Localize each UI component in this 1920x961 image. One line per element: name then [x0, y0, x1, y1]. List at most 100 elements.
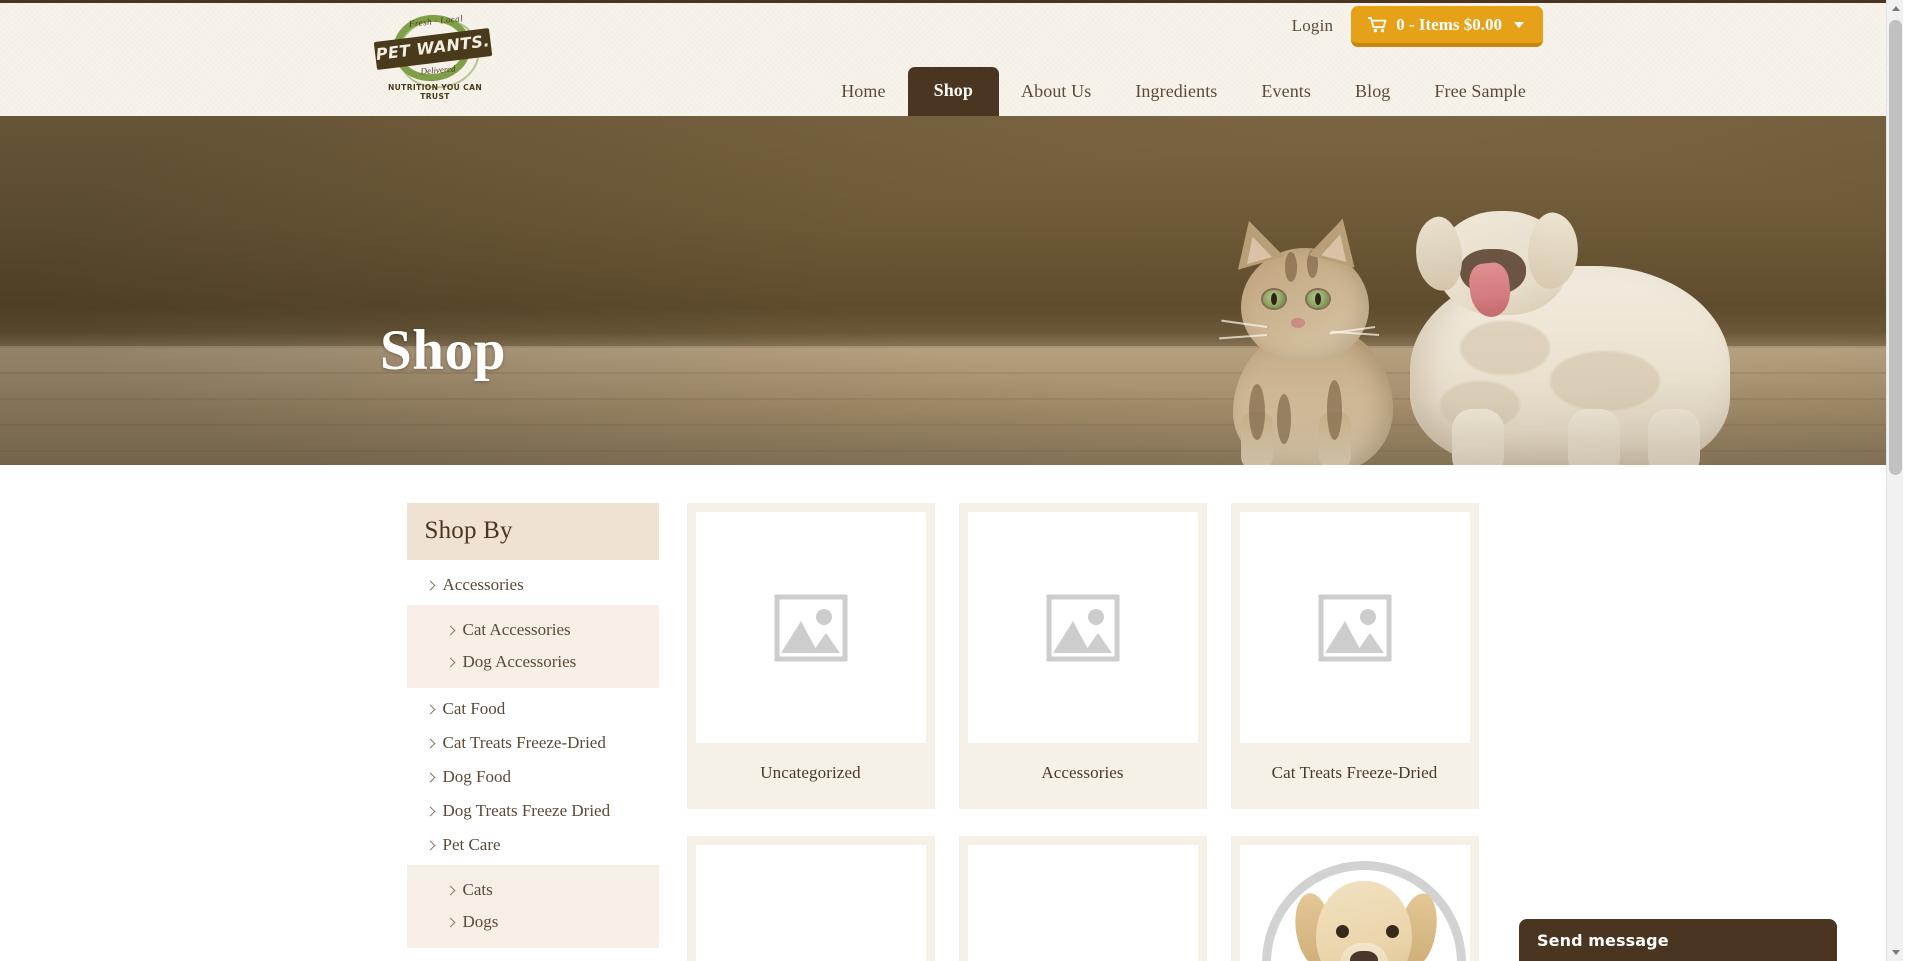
category-label: Cat Food [442, 699, 506, 718]
chevron-right-icon [445, 657, 455, 667]
hero-vignette [0, 116, 1903, 465]
product-card-cat-treats-freeze-dried[interactable]: Cat Treats Freeze-Dried [1230, 503, 1479, 809]
placeholder-image-icon [774, 591, 848, 665]
category-label: Dog Treats Freeze Dried [442, 801, 611, 820]
golden-retriever-photo [1239, 845, 1470, 961]
nav-item-events[interactable]: Events [1239, 69, 1333, 116]
category-list: Accessories Cat Accessories Dog Accessor… [406, 560, 659, 961]
category-link-dog-food[interactable]: Dog Food [407, 760, 659, 794]
shop-by-sidebar: Shop By Accessories Cat Accessories Dog … [406, 503, 659, 961]
scrollbar-down-arrow[interactable] [1887, 944, 1903, 961]
sidebar-subitem-cat-accessories: Cat Accessories [407, 614, 659, 646]
nav-item-about-us[interactable]: About Us [999, 69, 1113, 116]
chevron-up-icon [1891, 6, 1900, 11]
category-link-dogs[interactable]: Dogs [407, 906, 659, 938]
placeholder-image-icon [1046, 591, 1120, 665]
product-thumbnail [695, 512, 926, 743]
page-title: Shop [380, 319, 507, 382]
nav-item-home[interactable]: Home [819, 69, 907, 116]
logo-stamp-graphic: Fresh · Local Delivered PET WANTS. [373, 10, 493, 86]
cart-button[interactable]: 0 - Items $0.00 [1351, 5, 1543, 47]
main-content: Shop By Accessories Cat Accessories Dog … [0, 465, 1903, 961]
scrollbar-up-arrow[interactable] [1887, 0, 1903, 17]
page-root: Fresh · Local Delivered PET WANTS. NUTRI… [0, 0, 1903, 961]
retriever-eye-left [1335, 925, 1349, 938]
category-link-cat-food[interactable]: Cat Food [407, 692, 659, 726]
chat-widget[interactable]: Send message [1519, 919, 1837, 961]
subcategory-list-accessories: Cat Accessories Dog Accessories [406, 605, 659, 688]
category-label: Dog Food [442, 767, 511, 786]
product-card-row2-3[interactable] [1230, 836, 1479, 961]
sidebar-subitem-dogs: Dogs [407, 906, 659, 938]
chevron-right-icon [425, 840, 435, 850]
cart-label: 0 - Items $0.00 [1396, 14, 1502, 34]
product-thumbnail [1239, 845, 1470, 961]
chevron-right-icon [425, 806, 435, 816]
placeholder-image-icon [1318, 591, 1392, 665]
sidebar-item-cat-food: Cat Food [407, 692, 659, 726]
category-link-pet-care[interactable]: Pet Care [407, 828, 659, 862]
category-link-pet-treats[interactable]: Pet Treats [407, 952, 659, 961]
sidebar-item-dog-treats-freeze-dried: Dog Treats Freeze Dried [407, 794, 659, 828]
hero-banner: Shop HOME/Products [0, 116, 1903, 465]
category-label: Cats [462, 880, 493, 899]
shopping-cart-icon [1367, 16, 1387, 33]
sidebar-subitem-dog-accessories: Dog Accessories [407, 646, 659, 678]
header-utility-bar: Login 0 - Items $0.00 [1292, 3, 1543, 49]
site-header: Fresh · Local Delivered PET WANTS. NUTRI… [0, 0, 1903, 116]
retriever-eye-right [1385, 925, 1399, 938]
product-thumbnail [967, 512, 1198, 743]
sidebar-item-dog-food: Dog Food [407, 760, 659, 794]
chat-widget-label: Send message [1537, 930, 1669, 950]
chevron-right-icon [445, 625, 455, 635]
logo-tagline: NUTRITION YOU CAN TRUST [387, 83, 483, 101]
product-card-accessories[interactable]: Accessories [958, 503, 1207, 809]
chevron-right-icon [425, 772, 435, 782]
chevron-right-icon [425, 704, 435, 714]
product-title: Accessories [1041, 763, 1124, 782]
product-card-row2-2[interactable] [958, 836, 1207, 961]
category-label: Dog Accessories [462, 652, 577, 671]
category-link-accessories[interactable]: Accessories [407, 568, 659, 602]
nav-item-blog[interactable]: Blog [1333, 69, 1412, 116]
sidebar-item-pet-care: Pet Care Cats Dogs [406, 828, 659, 948]
retriever-nose [1349, 951, 1378, 961]
sidebar-header: Shop By [406, 503, 659, 560]
sidebar-subitem-cats: Cats [407, 874, 659, 906]
product-card-row2-1[interactable] [686, 836, 935, 961]
sidebar-title: Shop By [424, 517, 513, 544]
sidebar-item-accessories: Accessories Cat Accessories Dog Accessor… [406, 568, 659, 688]
category-link-dog-treats-freeze-dried[interactable]: Dog Treats Freeze Dried [407, 794, 659, 828]
chevron-right-icon [425, 738, 435, 748]
site-logo[interactable]: Fresh · Local Delivered PET WANTS. NUTRI… [373, 10, 495, 107]
product-thumbnail [695, 845, 926, 961]
category-label: Pet Care [442, 835, 501, 854]
subcategory-list-pet-care: Cats Dogs [406, 865, 659, 948]
nav-item-free-sample[interactable]: Free Sample [1412, 69, 1548, 116]
chevron-right-icon [445, 917, 455, 927]
sidebar-item-cat-treats-freeze-dried: Cat Treats Freeze-Dried [407, 726, 659, 760]
product-thumbnail [1239, 512, 1470, 743]
category-link-cat-accessories[interactable]: Cat Accessories [407, 614, 659, 646]
product-grid: Uncategorized Accessories Cat Treats Fre… [686, 503, 1497, 961]
category-label: Dogs [462, 912, 499, 931]
chevron-down-icon [1514, 21, 1524, 28]
product-title: Uncategorized [760, 763, 861, 782]
category-link-cats[interactable]: Cats [407, 874, 659, 906]
product-thumbnail [967, 845, 1198, 961]
category-link-dog-accessories[interactable]: Dog Accessories [407, 646, 659, 678]
category-label: Cat Treats Freeze-Dried [442, 733, 606, 752]
category-label: Cat Accessories [462, 620, 571, 639]
vertical-scrollbar[interactable] [1886, 0, 1903, 961]
category-label: Accessories [442, 575, 524, 594]
chevron-down-icon [1891, 950, 1900, 955]
product-title: Cat Treats Freeze-Dried [1271, 763, 1438, 782]
scrollbar-thumb[interactable] [1889, 20, 1902, 475]
product-grid-area: Uncategorized Accessories Cat Treats Fre… [686, 503, 1497, 961]
nav-item-ingredients[interactable]: Ingredients [1113, 69, 1239, 116]
login-link[interactable]: Login [1292, 16, 1334, 36]
nav-item-shop[interactable]: Shop [907, 67, 1000, 116]
category-link-cat-treats-freeze-dried[interactable]: Cat Treats Freeze-Dried [407, 726, 659, 760]
product-card-uncategorized[interactable]: Uncategorized [686, 503, 935, 809]
chevron-right-icon [445, 885, 455, 895]
